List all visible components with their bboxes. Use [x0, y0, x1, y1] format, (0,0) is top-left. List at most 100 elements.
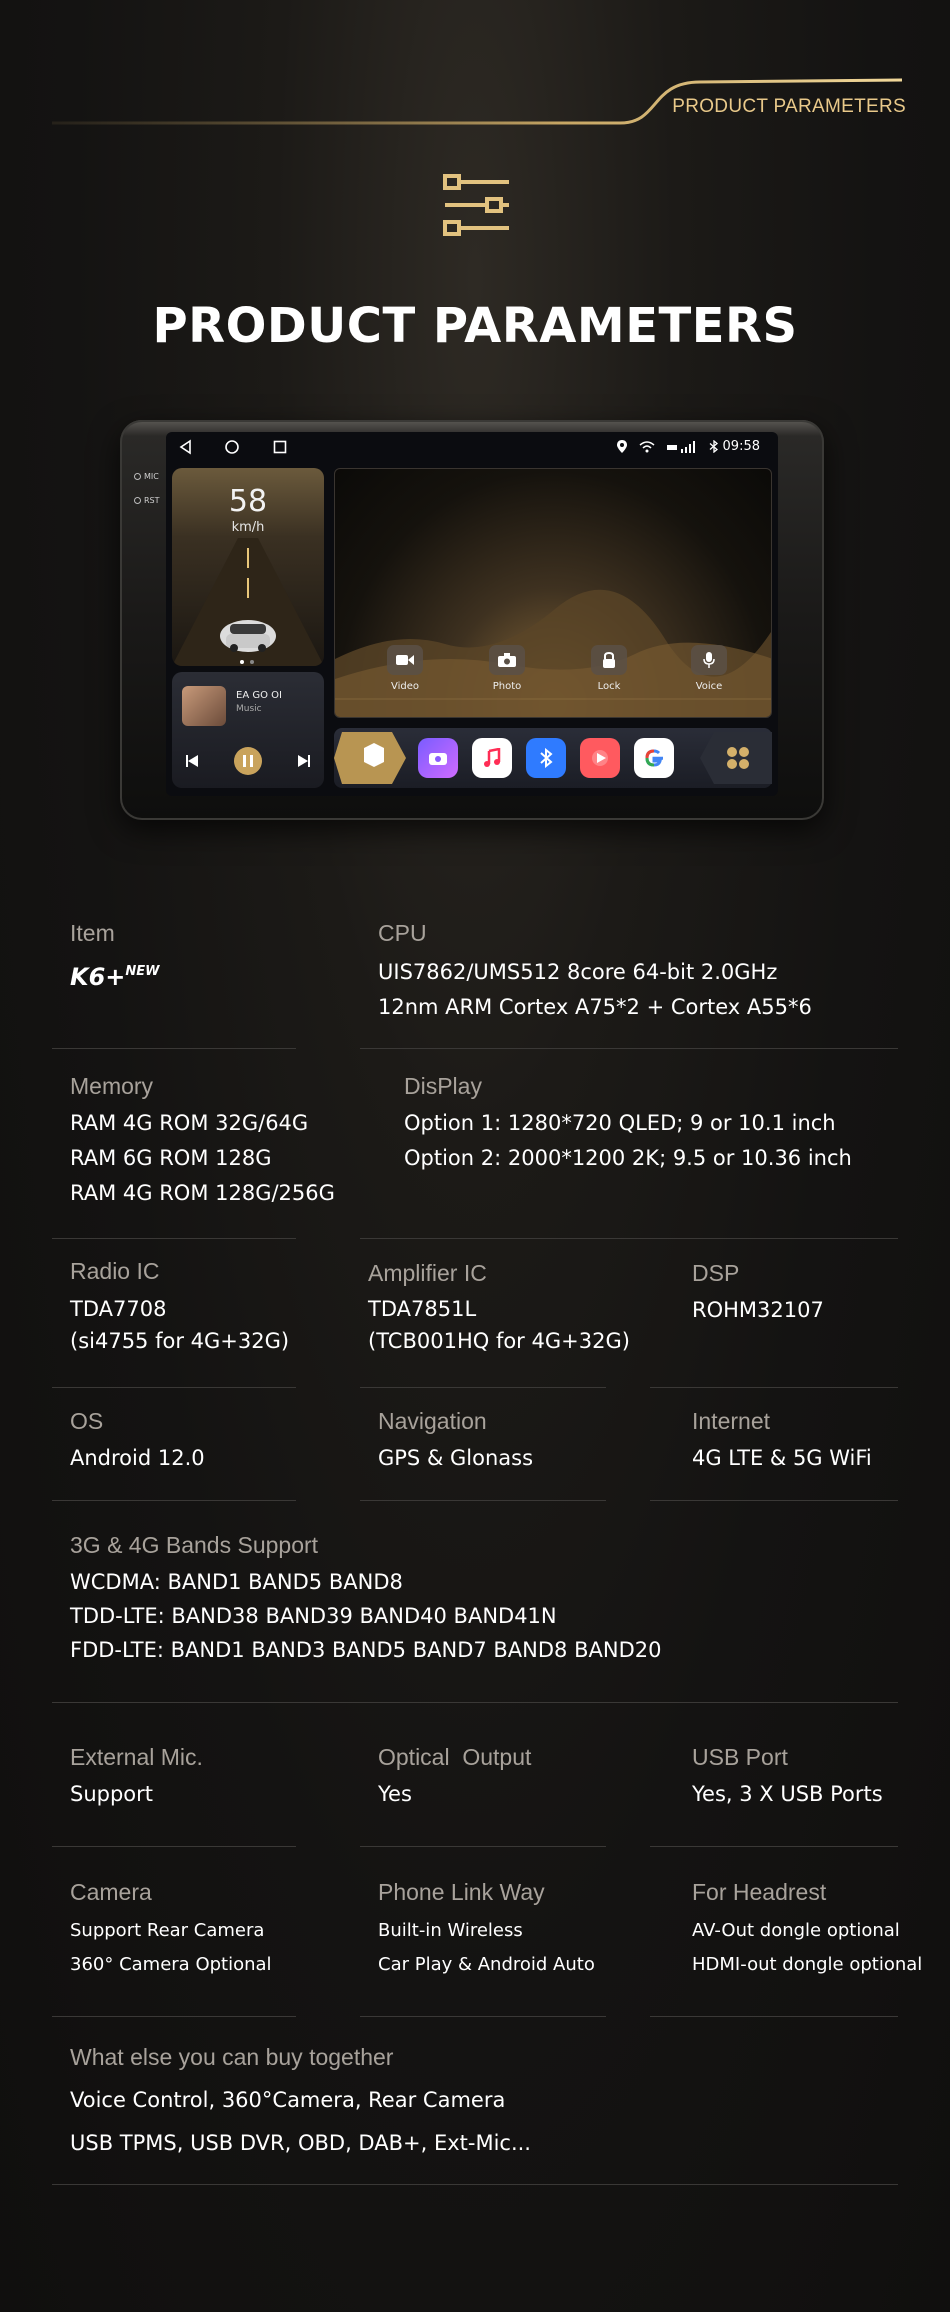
spec-bands: 3G & 4G Bands Support WCDMA: BAND1 BAND5… — [70, 1532, 661, 1667]
spec-optical-output: Optical Output Yes — [378, 1744, 531, 1812]
microphone-icon — [703, 652, 715, 668]
memory-line-2: RAM 6G ROM 128G — [70, 1146, 272, 1170]
lock-button[interactable]: Lock — [584, 645, 634, 692]
spec-external-mic: External Mic. Support — [70, 1744, 203, 1812]
divider — [360, 1846, 606, 1847]
back-icon[interactable] — [178, 439, 194, 455]
phone-link-line-2: Car Play & Android Auto — [378, 1954, 595, 1975]
model-logo: K6+NEW — [70, 963, 160, 991]
usb-port-label: USB Port — [692, 1744, 788, 1770]
cpu-label: CPU — [378, 920, 427, 946]
divider — [52, 2184, 898, 2185]
bluetooth-status-icon — [709, 440, 718, 453]
location-icon — [616, 440, 627, 453]
spec-cpu: CPU UIS7862/UMS512 8core 64-bit 2.0GHz 1… — [378, 920, 812, 1025]
amplifier-ic-line-1: TDA7851L — [368, 1297, 477, 1321]
device-screen: 09:58 58 km/h Video Photo Lock Voice EA … — [166, 432, 778, 796]
gallery-app-icon[interactable] — [418, 738, 458, 778]
navigation-value: GPS & Glonass — [378, 1446, 534, 1470]
radio-ic-line-2: (si4755 for 4G+32G) — [70, 1329, 290, 1353]
divider — [52, 1387, 296, 1388]
divider — [650, 1500, 898, 1501]
wallpaper-widget[interactable]: Video Photo Lock Voice — [334, 468, 772, 718]
album-art — [182, 686, 226, 726]
spec-radio-ic: Radio IC TDA7708 (si4755 for 4G+32G) — [70, 1258, 289, 1357]
video-button[interactable]: Video — [380, 645, 430, 692]
spec-memory: Memory RAM 4G ROM 32G/64G RAM 6G ROM 128… — [70, 1073, 335, 1211]
page-title: PRODUCT PARAMETERS — [152, 298, 798, 354]
banner-label: PRODUCT PARAMETERS — [672, 96, 906, 117]
speed-value: 58 — [228, 484, 268, 519]
video-icon — [396, 655, 414, 665]
next-track-icon — [298, 755, 310, 767]
spec-internet: Internet 4G LTE & 5G WiFi — [692, 1408, 872, 1476]
display-line-1: Option 1: 1280*720 QLED; 9 or 10.1 inch — [404, 1111, 836, 1135]
dsp-label: DSP — [692, 1260, 740, 1286]
external-mic-value: Support — [70, 1782, 154, 1806]
dsp-value: ROHM32107 — [692, 1298, 824, 1322]
divider — [52, 1846, 296, 1847]
spec-usb-port: USB Port Yes, 3 X USB Ports — [692, 1744, 883, 1812]
divider — [52, 1238, 296, 1239]
app-drawer-button[interactable] — [334, 728, 408, 788]
os-value: Android 12.0 — [70, 1446, 205, 1470]
bands-line-2: TDD-LTE: BAND38 BAND39 BAND40 BAND41N — [70, 1604, 557, 1628]
spec-camera: Camera Support Rear Camera 360° Camera O… — [70, 1879, 272, 1982]
voice-button[interactable]: Voice — [684, 645, 734, 692]
navigation-label: Navigation — [378, 1408, 487, 1434]
divider — [52, 1500, 296, 1501]
headrest-line-2: HDMI-out dongle optional — [692, 1954, 923, 1975]
bands-line-1: WCDMA: BAND1 BAND5 BAND8 — [70, 1570, 403, 1594]
mic-label: MIC — [134, 472, 159, 481]
internet-value: 4G LTE & 5G WiFi — [692, 1446, 872, 1470]
speed-widget[interactable]: 58 km/h — [172, 468, 324, 666]
divider — [52, 1702, 898, 1703]
spec-headrest: For Headrest AV-Out dongle optional HDMI… — [692, 1879, 922, 1982]
radio-ic-label: Radio IC — [70, 1258, 160, 1284]
head-unit-device: MIC RST 09:58 58 km/h Video Photo Lock V… — [120, 420, 824, 820]
google-app-icon[interactable] — [634, 738, 674, 778]
app-dock — [334, 728, 772, 788]
rst-label: RST — [134, 496, 160, 505]
spec-item: Item K6+NEW — [70, 920, 160, 991]
display-line-2: Option 2: 2000*1200 2K; 9.5 or 10.36 inc… — [404, 1146, 852, 1170]
divider — [52, 2016, 296, 2017]
video-label: Video — [390, 681, 420, 692]
spec-amplifier-ic: Amplifier IC TDA7851L (TCB001HQ for 4G+3… — [368, 1260, 630, 1357]
divider — [360, 1238, 898, 1239]
optical-output-value: Yes — [378, 1782, 412, 1806]
divider — [650, 1846, 898, 1847]
phone-link-line-1: Built-in Wireless — [378, 1920, 523, 1941]
music-widget[interactable]: EA GO OI Music — [172, 672, 324, 788]
camera-line-1: Support Rear Camera — [70, 1920, 265, 1941]
music-app-icon[interactable] — [472, 738, 512, 778]
video-player-app-icon[interactable] — [580, 738, 620, 778]
extras-label: What else you can buy together — [70, 2044, 394, 2070]
spec-display: DisPlay Option 1: 1280*720 QLED; 9 or 10… — [404, 1073, 852, 1176]
song-subtitle: Music — [236, 704, 262, 714]
home-icon[interactable] — [224, 439, 240, 455]
photo-label: Photo — [492, 681, 522, 692]
item-label: Item — [70, 920, 115, 946]
lock-label: Lock — [597, 681, 621, 692]
display-label: DisPlay — [404, 1073, 482, 1099]
cpu-line-2: 12nm ARM Cortex A75*2 + Cortex A55*6 — [378, 995, 812, 1019]
top-banner-line — [52, 78, 903, 125]
optical-output-label: Optical Output — [378, 1744, 532, 1770]
extras-line-2: USB TPMS, USB DVR, OBD, DAB+, Ext-Mic... — [70, 2131, 531, 2155]
memory-line-3: RAM 4G ROM 128G/256G — [70, 1181, 335, 1205]
photo-button[interactable]: Photo — [482, 645, 532, 692]
spec-dsp: DSP ROHM32107 — [692, 1260, 824, 1328]
camera-line-2: 360° Camera Optional — [70, 1954, 272, 1975]
cpu-line-1: UIS7862/UMS512 8core 64-bit 2.0GHz — [378, 960, 778, 984]
more-apps-button[interactable] — [698, 728, 772, 788]
pause-icon — [234, 747, 262, 775]
divider — [360, 2016, 606, 2017]
headrest-label: For Headrest — [692, 1879, 827, 1905]
speed-unit: km/h — [231, 520, 265, 535]
bluetooth-app-icon[interactable] — [526, 738, 566, 778]
recent-apps-icon[interactable] — [272, 439, 288, 455]
spec-extras: What else you can buy together Voice Con… — [70, 2044, 531, 2165]
internet-label: Internet — [692, 1408, 770, 1434]
divider — [650, 2016, 898, 2017]
